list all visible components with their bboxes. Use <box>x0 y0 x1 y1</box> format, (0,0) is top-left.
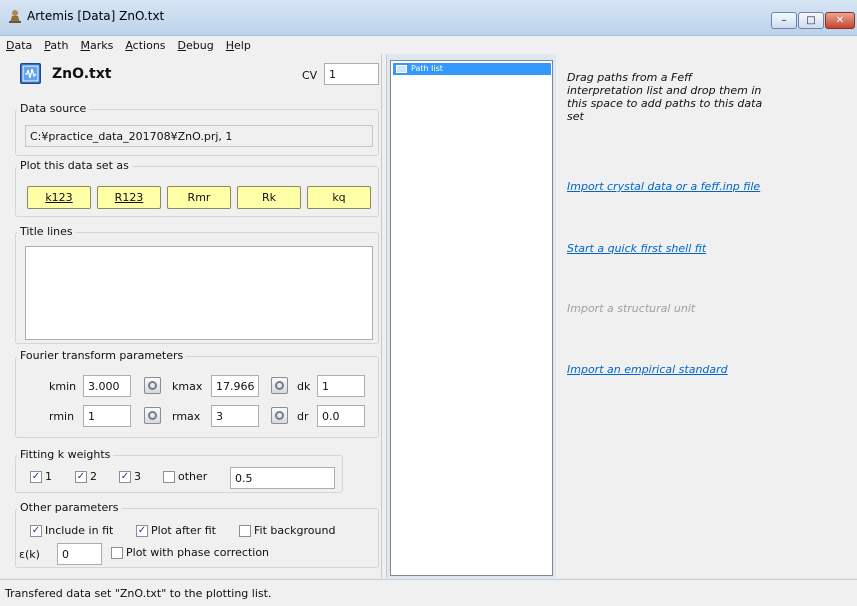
include-in-fit-label: Include in fit <box>45 524 114 537</box>
check-icon: ✓ <box>31 525 41 536</box>
plot-k123-label: k123 <box>45 191 73 204</box>
data-source-field: C:¥practice_data_201708¥ZnO.prj, 1 <box>25 125 373 147</box>
plot-after-fit-checkbox[interactable]: ✓ <box>136 525 148 537</box>
app-icon <box>7 8 23 24</box>
kmin-input[interactable]: 3.000 <box>83 375 131 397</box>
target-icon <box>148 411 157 420</box>
maximize-icon: □ <box>806 15 816 26</box>
fit-background-label: Fit background <box>254 524 336 537</box>
path-list[interactable]: Path list <box>390 60 553 576</box>
phase-correction-label: Plot with phase correction <box>126 546 270 559</box>
k1-label: 1 <box>45 470 52 483</box>
target-icon <box>275 381 284 390</box>
plot-after-fit-label: Plot after fit <box>151 524 216 537</box>
dataset-name: ZnO.txt <box>52 66 112 82</box>
fit-background-checkbox[interactable] <box>239 525 251 537</box>
rmin-label: rmin <box>49 410 75 423</box>
menu-data[interactable]: Data <box>0 39 38 52</box>
title-lines-textarea[interactable] <box>25 246 373 340</box>
k3-label: 3 <box>134 470 141 483</box>
title-lines-label: Title lines <box>17 225 76 238</box>
rmin-pick-button[interactable] <box>144 407 161 424</box>
menu-marks[interactable]: Marks <box>74 39 119 52</box>
other-params-label: Other parameters <box>17 501 122 514</box>
menu-actions[interactable]: Actions <box>119 39 171 52</box>
menu-bar: Data Path Marks Actions Debug Help <box>0 36 857 54</box>
plot-rmr-button[interactable]: Rmr <box>167 186 231 209</box>
epsilon-label: ε(k) <box>19 548 40 561</box>
k1-checkbox[interactable]: ✓ <box>30 471 42 483</box>
other-kweight-checkbox[interactable] <box>163 471 175 483</box>
plot-r123-label: R123 <box>114 191 144 204</box>
k3-checkbox[interactable]: ✓ <box>119 471 131 483</box>
k2-label: 2 <box>90 470 97 483</box>
dk-input[interactable]: 1 <box>317 375 365 397</box>
plot-rmr-label: Rmr <box>187 191 211 204</box>
plot-r123-button[interactable]: R123 <box>97 186 161 209</box>
kmin-label: kmin <box>49 380 77 393</box>
status-bar: Transfered data set "ZnO.txt" to the plo… <box>0 579 857 606</box>
close-button[interactable]: ✕ <box>825 12 855 29</box>
target-icon <box>275 411 284 420</box>
plot-label: Plot this data set as <box>17 159 132 172</box>
quick-first-shell-link[interactable]: Start a quick first shell fit <box>567 242 706 255</box>
menu-debug[interactable]: Debug <box>172 39 220 52</box>
fourier-label: Fourier transform parameters <box>17 349 187 362</box>
feff-actions-panel <box>556 54 857 578</box>
target-icon <box>148 381 157 390</box>
status-text: Transfered data set "ZnO.txt" to the plo… <box>5 586 272 600</box>
dr-input[interactable]: 0.0 <box>317 405 365 427</box>
epsilon-input[interactable]: 0 <box>57 543 102 565</box>
kmax-label: kmax <box>172 380 203 393</box>
path-list-header[interactable]: Path list <box>393 63 551 75</box>
include-in-fit-checkbox[interactable]: ✓ <box>30 525 42 537</box>
rmax-input[interactable]: 3 <box>211 405 259 427</box>
kmax-input[interactable]: 17.966 <box>211 375 259 397</box>
import-structural-unit-text: Import a structural unit <box>567 302 696 315</box>
window-title: Artemis [Data] ZnO.txt <box>27 9 165 23</box>
close-icon: ✕ <box>835 15 845 26</box>
import-empirical-link[interactable]: Import an empirical standard <box>567 363 728 376</box>
cv-label: CV <box>302 69 318 82</box>
data-source-label: Data source <box>17 102 90 115</box>
minimize-button[interactable]: – <box>771 12 797 29</box>
other-kweight-input[interactable]: 0.5 <box>230 467 335 489</box>
page-icon <box>396 65 407 73</box>
panel-splitter[interactable] <box>381 54 387 578</box>
check-icon: ✓ <box>76 471 86 482</box>
rmax-pick-button[interactable] <box>271 407 288 424</box>
check-icon: ✓ <box>137 525 147 536</box>
plot-rk-label: Rk <box>261 191 276 204</box>
kmax-pick-button[interactable] <box>271 377 288 394</box>
dk-label: dk <box>297 380 311 393</box>
menu-path[interactable]: Path <box>38 39 74 52</box>
menu-help[interactable]: Help <box>220 39 257 52</box>
other-kweight-label: other <box>178 470 208 483</box>
check-icon: ✓ <box>31 471 41 482</box>
plot-rk-button[interactable]: Rk <box>237 186 301 209</box>
k2-checkbox[interactable]: ✓ <box>75 471 87 483</box>
phase-correction-checkbox[interactable] <box>111 547 123 559</box>
dataset-icon <box>20 63 41 84</box>
rmin-input[interactable]: 1 <box>83 405 131 427</box>
path-list-header-label: Path list <box>411 64 443 73</box>
cv-input[interactable]: 1 <box>324 63 379 85</box>
plot-k123-button[interactable]: k123 <box>27 186 91 209</box>
plot-kq-label: kq <box>332 191 346 204</box>
drag-hint-text: Drag paths from a Feff interpretation li… <box>567 71 763 123</box>
title-bar: Artemis [Data] ZnO.txt – □ ✕ <box>0 0 857 36</box>
kmin-pick-button[interactable] <box>144 377 161 394</box>
rmax-label: rmax <box>172 410 201 423</box>
dr-label: dr <box>297 410 309 423</box>
kweights-label: Fitting k weights <box>17 448 114 461</box>
import-crystal-link[interactable]: Import crystal data or a feff.inp file <box>567 180 760 193</box>
minimize-icon: – <box>781 15 787 26</box>
plot-kq-button[interactable]: kq <box>307 186 371 209</box>
check-icon: ✓ <box>120 471 130 482</box>
maximize-button[interactable]: □ <box>798 12 824 29</box>
